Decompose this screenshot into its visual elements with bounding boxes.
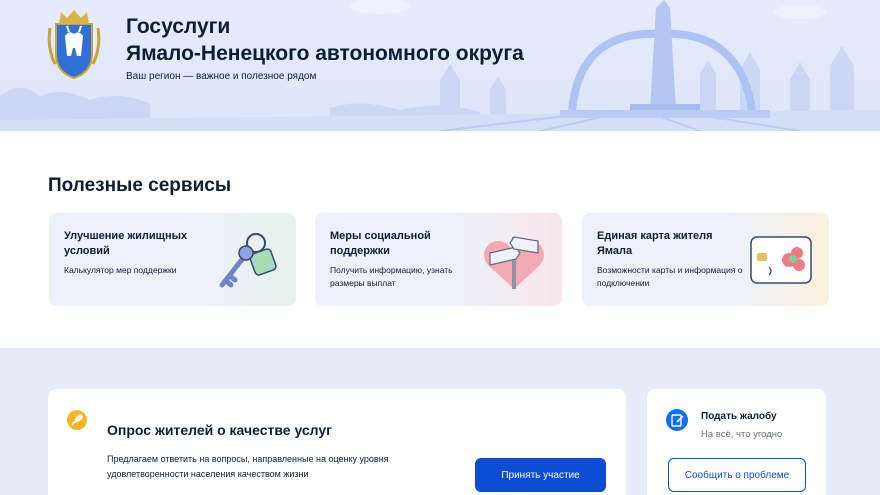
service-card-resident-card[interactable]: Единая карта жителя Ямала Возможности ка… <box>582 213 829 306</box>
service-card-title: Меры социальной поддержки <box>330 230 431 257</box>
title-line-2: Ямало-Ненецкого автономного округа <box>126 42 524 65</box>
service-card-housing[interactable]: Улучшение жилищных условий Калькулятор м… <box>49 213 296 306</box>
yanao-coat-of-arms-icon <box>47 10 101 80</box>
hero-banner: Госуслуги Ямало-Ненецкого автономного ок… <box>0 0 880 131</box>
title-line-1: Госуслуги <box>126 15 231 38</box>
participate-button[interactable]: Принять участие <box>475 458 606 492</box>
service-card-desc: Возможности карты и информация о подключ… <box>597 265 743 288</box>
report-problem-button[interactable]: Сообщить о проблеме <box>668 458 806 492</box>
poll-description: Предлагаем ответить на вопросы, направле… <box>107 454 389 479</box>
service-card-social-support[interactable]: Меры социальной поддержки Получить инфор… <box>315 213 562 306</box>
rocket-icon <box>67 410 87 430</box>
poll-card: Опрос жителей о качестве услуг Предлагае… <box>48 389 626 495</box>
complaint-card: Подать жалобу На всё, что угодно Сообщит… <box>647 389 826 495</box>
resident-card-icon <box>750 236 812 284</box>
hero-subtitle: Ваш регион — важное и полезное рядом <box>126 71 317 82</box>
complaint-subtitle: На всё, что угодно <box>701 429 783 440</box>
complaint-title: Подать жалобу <box>701 411 777 422</box>
service-card-title: Единая карта жителя Ямала <box>597 230 713 257</box>
service-card-title: Улучшение жилищных условий <box>64 230 188 257</box>
services-heading: Полезные сервисы <box>48 175 232 196</box>
service-card-desc: Калькулятор мер поддержки <box>64 265 177 275</box>
page-title: Госуслуги Ямало-Ненецкого автономного ок… <box>126 13 524 67</box>
complaint-edit-icon <box>666 409 688 431</box>
poll-title: Опрос жителей о качестве услуг <box>107 422 333 438</box>
keys-icon <box>219 233 277 288</box>
service-card-desc: Получить информацию, узнать размеры выпл… <box>330 265 453 288</box>
signpost-heart-icon <box>484 236 544 289</box>
